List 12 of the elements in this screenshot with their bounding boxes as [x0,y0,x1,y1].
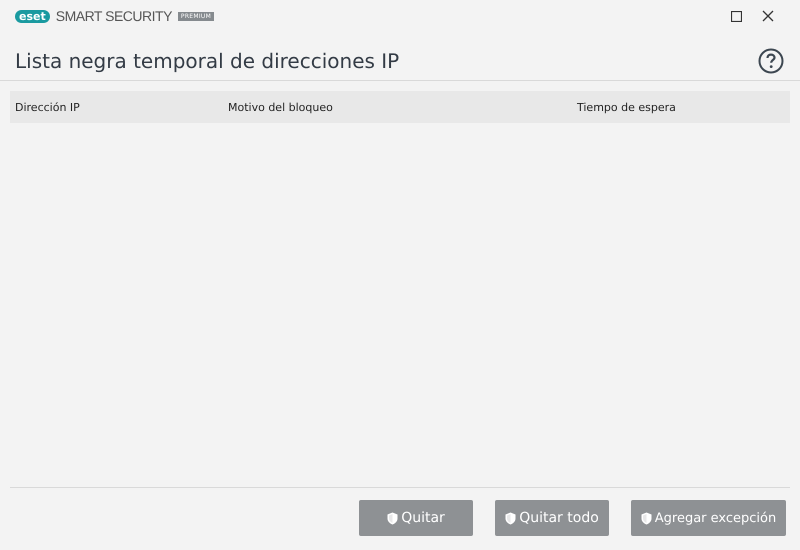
page-title: Lista negra temporal de direcciones IP [15,49,400,73]
logo-badge: eset [15,10,50,22]
shield-icon [387,512,398,524]
help-icon[interactable] [758,48,784,74]
column-header[interactable]: Tiempo de espera [572,100,790,114]
shield-icon [505,512,516,524]
close-icon[interactable] [762,10,774,22]
maximize-icon[interactable] [731,10,742,22]
column-header[interactable]: Dirección IP [10,100,223,114]
shield-icon [640,512,652,524]
product-name: SMART SECURITY [56,8,172,24]
column-header[interactable]: Motivo del bloqueo [223,100,572,114]
